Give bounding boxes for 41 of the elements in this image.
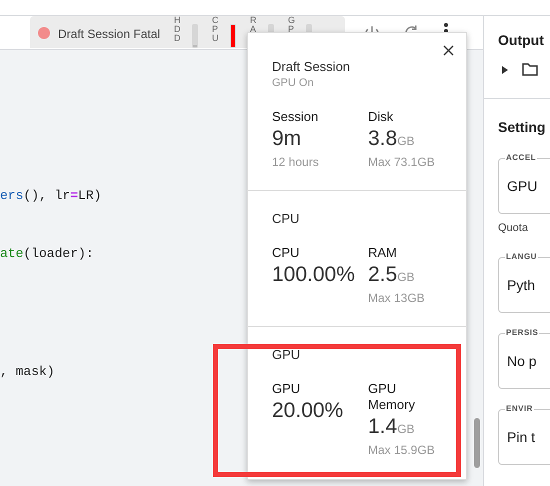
- stat-value: 3.8GB: [368, 127, 416, 152]
- code-line: ate(loader):: [0, 245, 94, 263]
- caret-icon[interactable]: [502, 66, 508, 74]
- field-legend: LANGU: [505, 250, 538, 262]
- field-value: No p: [507, 352, 538, 371]
- meter-label: GP: [288, 16, 296, 34]
- folder-icon: [522, 63, 538, 76]
- field-value: Pin t: [507, 428, 536, 446]
- section-heading: GPU: [272, 347, 302, 363]
- code-line: , mask): [0, 363, 55, 381]
- scrollbar-thumb[interactable]: [474, 418, 480, 468]
- popup-title: Draft Session: [272, 59, 352, 75]
- stat-label: GPU: [272, 381, 302, 397]
- stat-label: GPU Memory: [368, 381, 416, 413]
- session-title: Draft Session Fatal: [58, 26, 160, 43]
- stat-label: CPU: [272, 245, 300, 261]
- panel-title: Output: [498, 31, 545, 50]
- stat-value: 100.00%: [272, 263, 356, 288]
- stat-note: Max 73.1GB: [368, 154, 436, 171]
- code-line: ers(), lr=LR): [0, 187, 102, 205]
- panel-title: Setting: [498, 118, 546, 137]
- close-icon[interactable]: [443, 45, 454, 56]
- stat-label: Disk: [368, 109, 394, 125]
- meter-label: RA: [250, 16, 258, 34]
- meter-label: HDD: [174, 16, 182, 43]
- stat-note: Max 15.9GB: [368, 442, 436, 459]
- popup-subtitle: GPU On: [272, 76, 315, 91]
- stat-value: 1.4GB: [368, 415, 416, 440]
- field-hint: Quota: [498, 221, 529, 236]
- stat-value: 9m: [272, 127, 302, 152]
- field-value: GPU: [507, 177, 538, 196]
- stat-label: Session: [272, 109, 320, 125]
- field-legend: PERSIS: [505, 326, 540, 338]
- meter-label: CPU: [212, 16, 220, 43]
- stat-note: 12 hours: [272, 154, 320, 171]
- stat-value: 20.00%: [272, 399, 344, 424]
- stat-value: 2.5GB: [368, 263, 416, 288]
- stat-label: RAM: [368, 245, 398, 261]
- stat-note: Max 13GB: [368, 290, 426, 307]
- field-value: Pyth: [507, 276, 536, 295]
- section-heading: CPU: [272, 211, 300, 227]
